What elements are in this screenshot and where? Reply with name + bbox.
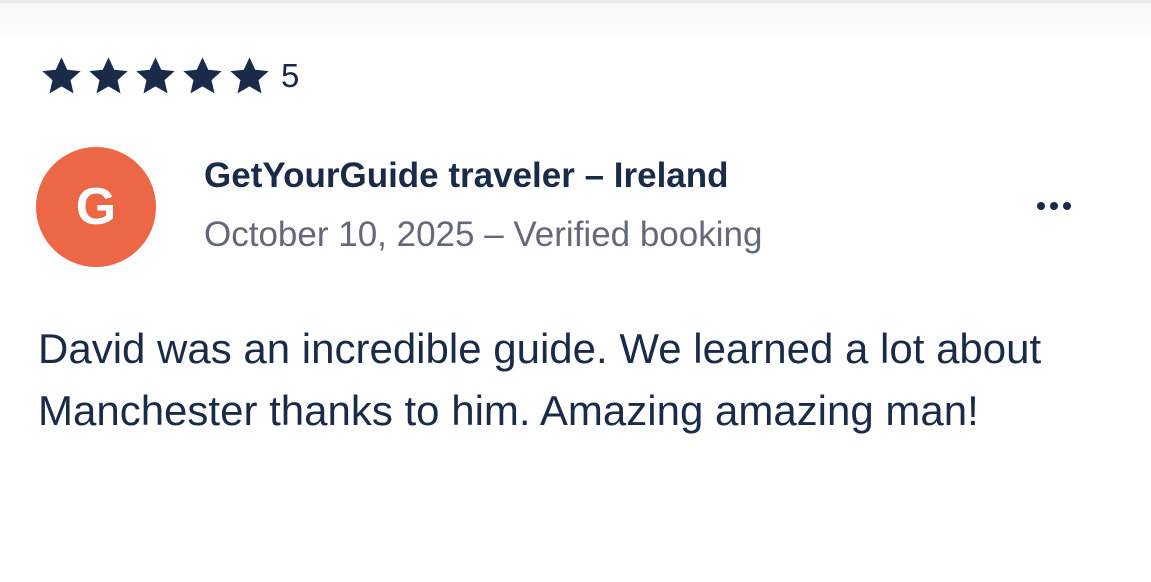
rating-row: 5 xyxy=(40,56,299,96)
more-horizontal-icon xyxy=(1050,202,1058,210)
reviewer-name: GetYourGuide traveler – Ireland xyxy=(204,156,729,195)
review-date-and-status: October 10, 2025 – Verified booking xyxy=(204,215,763,254)
star-rating xyxy=(40,56,271,96)
rating-value: 5 xyxy=(281,57,300,94)
star-icon xyxy=(134,56,177,96)
more-options-button[interactable] xyxy=(1024,186,1084,226)
avatar: G xyxy=(36,147,156,267)
review-body: David was an incredible guide. We learne… xyxy=(38,325,1042,434)
avatar-initial: G xyxy=(75,178,117,236)
more-horizontal-icon xyxy=(1037,202,1045,210)
star-icon xyxy=(181,56,224,96)
star-icon xyxy=(87,56,130,96)
review-card: 5 G GetYourGuide traveler – Ireland Octo… xyxy=(0,0,1151,582)
more-horizontal-icon xyxy=(1063,202,1071,210)
star-icon xyxy=(40,56,83,96)
star-icon xyxy=(228,56,271,96)
